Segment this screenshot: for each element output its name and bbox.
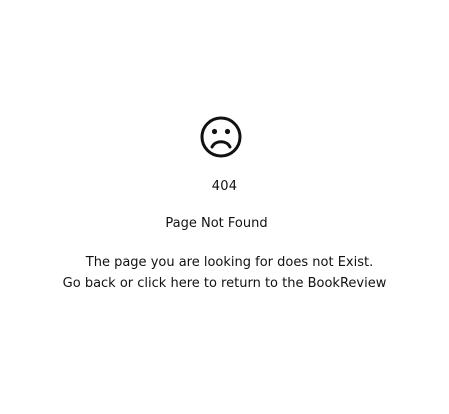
message-line-1: The page you are looking for does not Ex… <box>85 255 374 270</box>
page-title: Page Not Found <box>165 216 268 231</box>
not-found-page: 404 Page Not Found The page you are look… <box>0 0 449 414</box>
error-code: 404 <box>211 179 238 194</box>
sad-face-icon-container <box>0 116 445 158</box>
sad-face-icon <box>200 116 241 158</box>
error-message: The page you are looking for does not Ex… <box>5 252 449 294</box>
message-line-2: Go back or click here to return to the B… <box>62 276 387 291</box>
